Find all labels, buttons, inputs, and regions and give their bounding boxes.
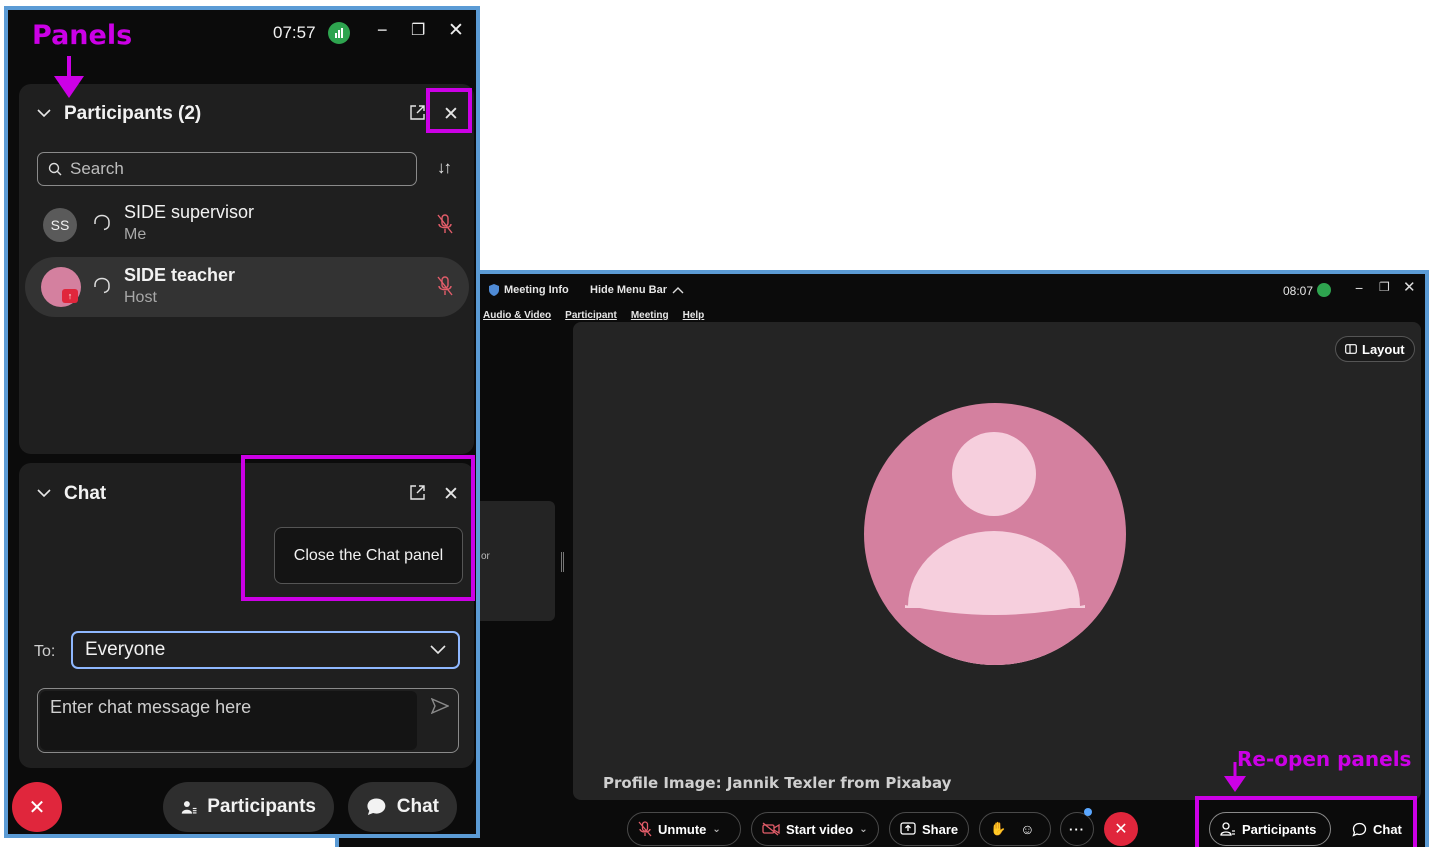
connection-status-icon bbox=[328, 22, 350, 44]
headset-icon bbox=[92, 276, 112, 296]
end-meeting-button[interactable]: ✕ bbox=[1104, 812, 1138, 846]
close-chat-highlight bbox=[241, 455, 475, 601]
share-button[interactable]: Share bbox=[889, 812, 969, 846]
chevron-down-icon bbox=[430, 645, 446, 655]
unmute-button[interactable]: Unmute ⌄ bbox=[627, 812, 741, 846]
more-icon: ··· bbox=[1069, 821, 1085, 837]
reopen-panels-highlight bbox=[1195, 796, 1417, 847]
headset-icon bbox=[92, 213, 112, 233]
shield-icon bbox=[489, 284, 499, 296]
minimize-icon[interactable]: − bbox=[377, 20, 388, 41]
close-window-icon[interactable]: ✕ bbox=[448, 19, 464, 42]
chevron-down-icon[interactable]: ⌄ bbox=[859, 824, 867, 835]
menu-audio-video[interactable]: Audio & Video bbox=[483, 310, 551, 321]
sharing-badge-icon: ↑ bbox=[62, 289, 78, 303]
to-label: To: bbox=[34, 643, 56, 660]
reopen-panels-annotation: Re-open panels bbox=[1237, 747, 1412, 771]
close-icon: ✕ bbox=[1114, 821, 1128, 838]
collapse-chevron-icon[interactable] bbox=[37, 108, 51, 118]
end-meeting-button[interactable]: ✕ bbox=[12, 782, 62, 832]
participants-icon bbox=[181, 801, 197, 814]
chat-message-input[interactable]: Enter chat message here bbox=[37, 688, 459, 753]
send-icon[interactable] bbox=[431, 698, 449, 714]
thumbnail-name: or bbox=[481, 551, 490, 562]
hide-menu-bar-button[interactable]: Hide Menu Bar bbox=[590, 284, 684, 296]
close-icon: ✕ bbox=[28, 796, 46, 819]
signal-bars-icon bbox=[335, 28, 343, 38]
avatar: SS bbox=[43, 208, 77, 242]
minimize-icon[interactable]: − bbox=[1355, 280, 1363, 296]
collapse-chevron-icon[interactable] bbox=[37, 488, 51, 498]
chat-title: Chat bbox=[64, 483, 107, 504]
chevron-up-icon bbox=[672, 287, 684, 294]
participant-name: SIDE teacher bbox=[124, 265, 236, 285]
meeting-info-button[interactable]: Meeting Info bbox=[489, 284, 569, 296]
participant-search-input[interactable]: Search bbox=[37, 152, 417, 186]
hide-menu-bar-label: Hide Menu Bar bbox=[590, 284, 668, 296]
video-off-icon bbox=[762, 822, 780, 836]
search-icon bbox=[48, 162, 62, 176]
reaction-icon[interactable]: ☺ bbox=[1020, 821, 1034, 837]
chat-button[interactable]: Chat bbox=[348, 782, 457, 832]
participant-row[interactable]: ↑ SIDE teacher Host bbox=[25, 257, 469, 317]
chevron-down-icon[interactable]: ⌄ bbox=[712, 824, 720, 835]
menu-bar: Audio & Video Participant Meeting Help bbox=[483, 310, 704, 321]
meeting-info-label: Meeting Info bbox=[504, 284, 569, 296]
muted-mic-icon bbox=[638, 821, 652, 837]
sort-icon[interactable]: ↓↑ bbox=[437, 158, 452, 178]
menu-participant[interactable]: Participant bbox=[565, 310, 617, 321]
chat-icon bbox=[367, 798, 386, 816]
popout-icon[interactable] bbox=[409, 104, 426, 121]
participant-role: Host bbox=[124, 289, 157, 306]
share-icon bbox=[900, 822, 916, 835]
panels-arrow-icon bbox=[54, 56, 84, 98]
search-placeholder: Search bbox=[70, 159, 124, 178]
share-label: Share bbox=[922, 821, 959, 837]
resize-handle[interactable] bbox=[561, 552, 564, 572]
layout-button[interactable]: Layout bbox=[1335, 336, 1415, 362]
participants-panel: Participants (2) ✕ Search ↓↑ SS SIDE sup… bbox=[19, 84, 474, 454]
participants-button[interactable]: Participants bbox=[163, 782, 334, 832]
recipient-select[interactable]: Everyone bbox=[71, 631, 460, 669]
panels-annotation: Panels bbox=[32, 20, 133, 51]
unmute-label: Unmute bbox=[658, 821, 707, 837]
participant-role: Me bbox=[124, 226, 147, 243]
video-stage: Layout Profile Image: Jannik Texler from… bbox=[573, 322, 1421, 800]
restore-icon[interactable]: ❐ bbox=[1379, 280, 1390, 294]
close-window-icon[interactable]: ✕ bbox=[1403, 278, 1416, 296]
reactions-group[interactable]: ✋ ☺ bbox=[979, 812, 1051, 846]
participant-thumbnail[interactable]: or bbox=[479, 501, 555, 621]
start-video-button[interactable]: Start video ⌄ bbox=[751, 812, 879, 846]
close-participants-highlight bbox=[426, 88, 472, 133]
notification-dot bbox=[1084, 808, 1092, 816]
clock: 08:07 bbox=[1283, 284, 1314, 298]
clock: 07:57 bbox=[273, 23, 316, 42]
message-placeholder: Enter chat message here bbox=[50, 697, 252, 717]
menu-help[interactable]: Help bbox=[683, 310, 705, 321]
chat-label: Chat bbox=[396, 796, 439, 817]
reopen-arrow-icon bbox=[1224, 762, 1246, 792]
connection-status-icon bbox=[1317, 283, 1331, 297]
recipient-value: Everyone bbox=[85, 639, 166, 660]
participant-name: SIDE supervisor bbox=[124, 202, 255, 222]
menu-meeting[interactable]: Meeting bbox=[631, 310, 669, 321]
participants-title: Participants (2) bbox=[64, 103, 202, 124]
image-credit: Profile Image: Jannik Texler from Pixaba… bbox=[603, 774, 952, 792]
start-video-label: Start video bbox=[786, 821, 854, 837]
participant-row[interactable]: SS SIDE supervisor Me bbox=[27, 196, 467, 254]
layout-label: Layout bbox=[1362, 341, 1405, 357]
layout-icon bbox=[1345, 344, 1357, 354]
more-options-button[interactable]: ··· bbox=[1060, 812, 1094, 846]
restore-icon[interactable]: ❐ bbox=[411, 20, 425, 40]
muted-mic-icon bbox=[437, 276, 453, 296]
raise-hand-icon[interactable]: ✋ bbox=[990, 821, 1006, 837]
participants-label: Participants bbox=[207, 796, 316, 817]
profile-avatar bbox=[864, 403, 1126, 665]
muted-mic-icon bbox=[437, 214, 453, 234]
panels-window: 07:57 − ❐ ✕ Participants (2) ✕ Search ↓↑… bbox=[4, 6, 480, 838]
